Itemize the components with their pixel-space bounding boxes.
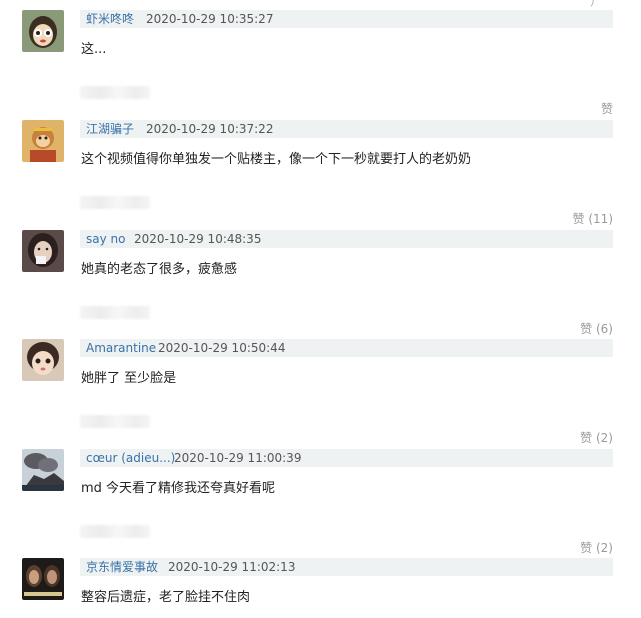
comment-time: 2020-10-29 11:00:39 xyxy=(174,451,302,465)
comment-time: 2020-10-29 11:02:13 xyxy=(168,560,296,574)
blurred-username xyxy=(80,415,150,428)
monkey-king-avatar-icon[interactable] xyxy=(22,120,64,162)
top-like-count[interactable]: ） xyxy=(590,0,602,9)
comment-author[interactable]: say no xyxy=(86,230,125,248)
comment-item: 虾米咚咚 2020-10-29 10:35:27 这... 赞 xyxy=(0,10,641,116)
comment-author[interactable]: cœur (adieu...) xyxy=(86,449,175,467)
comment-meta: say no 2020-10-29 10:48:35 xyxy=(80,230,613,248)
women-photo-avatar-icon[interactable] xyxy=(22,558,64,600)
comment-item: 江湖骗子 2020-10-29 10:37:22 这个视频值得你单独发一个贴楼主… xyxy=(0,120,641,226)
like-button[interactable]: 赞 (6) xyxy=(580,320,613,337)
blurred-username xyxy=(80,196,150,209)
comment-text: 这个视频值得你单独发一个贴楼主，像一个下一秒就要打人的老奶奶 xyxy=(81,152,472,167)
like-button[interactable]: 赞 xyxy=(601,100,613,117)
volcano-photo-avatar-icon[interactable] xyxy=(22,449,64,491)
comment-time: 2020-10-29 10:35:27 xyxy=(146,12,274,26)
comment-text: 这... xyxy=(81,42,107,57)
cartoon-girl-avatar-icon[interactable] xyxy=(22,10,64,52)
blurred-username xyxy=(80,306,150,319)
comment-item: 京东情爱事故 2020-10-29 11:02:13 整容后遗症，老了脸挂不住肉 xyxy=(0,558,641,618)
comment-meta: 虾米咚咚 2020-10-29 10:35:27 xyxy=(80,10,613,28)
like-button[interactable]: 赞 (2) xyxy=(580,539,613,556)
comment-item: Amarantine 2020-10-29 10:50:44 她胖了 至少脸是 … xyxy=(0,339,641,445)
comment-time: 2020-10-29 10:50:44 xyxy=(158,341,286,355)
comment-meta: Amarantine 2020-10-29 10:50:44 xyxy=(80,339,613,357)
comment-author[interactable]: 京东情爱事故 xyxy=(86,558,158,576)
comment-meta: 京东情爱事故 2020-10-29 11:02:13 xyxy=(80,558,613,576)
comment-item: say no 2020-10-29 10:48:35 她真的老态了很多，疲惫感 … xyxy=(0,230,641,336)
comment-author[interactable]: 虾米咚咚 xyxy=(86,10,134,28)
comment-item: cœur (adieu...) 2020-10-29 11:00:39 md 今… xyxy=(0,449,641,555)
comment-text: 整容后遗症，老了脸挂不住肉 xyxy=(81,590,251,605)
girl-photo-avatar-icon[interactable] xyxy=(22,230,64,272)
comment-time: 2020-10-29 10:37:22 xyxy=(146,122,274,136)
comment-meta: 江湖骗子 2020-10-29 10:37:22 xyxy=(80,120,613,138)
child-photo-avatar-icon[interactable] xyxy=(22,339,64,381)
comment-text: 她胖了 至少脸是 xyxy=(81,371,177,386)
comment-author[interactable]: Amarantine xyxy=(86,339,156,357)
blurred-username xyxy=(80,525,150,538)
comment-text: md 今天看了精修我还夸真好看呢 xyxy=(81,481,276,496)
comment-meta: cœur (adieu...) 2020-10-29 11:00:39 xyxy=(80,449,613,467)
comment-author[interactable]: 江湖骗子 xyxy=(86,120,134,138)
comment-time: 2020-10-29 10:48:35 xyxy=(134,232,262,246)
like-button[interactable]: 赞 (11) xyxy=(573,210,613,227)
blurred-username xyxy=(80,86,150,99)
like-button[interactable]: 赞 (2) xyxy=(580,429,613,446)
comment-text: 她真的老态了很多，疲惫感 xyxy=(81,262,238,277)
